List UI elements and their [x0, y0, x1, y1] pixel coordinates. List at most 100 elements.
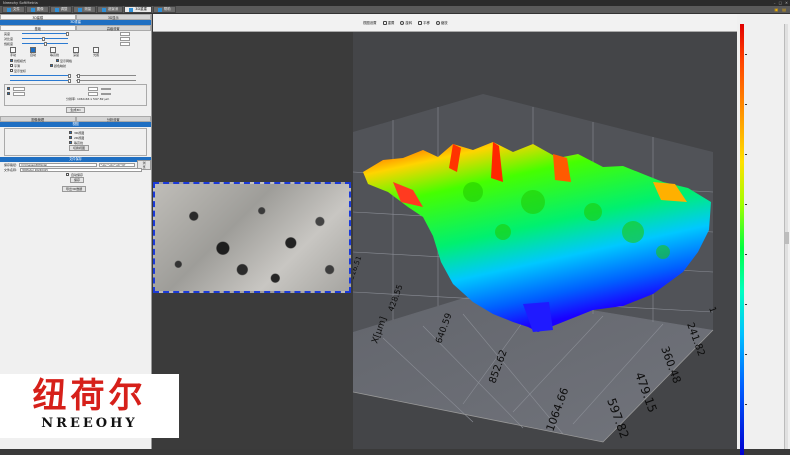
dim-x-field[interactable]: [13, 86, 25, 91]
format-select[interactable]: *.ply *.obj *.stl *.tif: [98, 162, 136, 167]
mode-contour[interactable]: 等高线: [50, 47, 59, 57]
window-title: Nreeohy SoftMetria: [3, 1, 38, 5]
slider-label: 亮度: [4, 31, 11, 36]
view-options-group: 3D视图 2D视图 等高线 切换视图: [4, 128, 147, 156]
offset-slider[interactable]: [76, 78, 136, 83]
checkbox-box[interactable]: [69, 136, 72, 139]
help-icon: [157, 7, 162, 12]
axis-checkbox[interactable]: 显示坐标: [10, 68, 26, 73]
export-row: 导出3D数据: [0, 185, 151, 192]
dim-set-button[interactable]: [101, 87, 111, 90]
tab-adjust[interactable]: 调整: [49, 6, 73, 13]
dimension-group: 分辨率: 1064.66 x 597.82 μm: [4, 84, 147, 106]
generate-3d-button[interactable]: 生成3D: [66, 106, 85, 113]
adjust-icon: [54, 7, 59, 12]
colorbar-tick: [745, 254, 747, 255]
view-settings-item[interactable]: 视图设置: [363, 20, 377, 25]
scale-slider[interactable]: [76, 73, 136, 78]
tab-help[interactable]: 帮助: [152, 6, 176, 13]
contrast-value[interactable]: [120, 36, 130, 41]
slider-knob[interactable]: [77, 73, 80, 78]
main-toolbar: 文件 图像 调整 测量 超景深 3D重建 帮助 ▣ ▤: [0, 6, 790, 14]
logo-english-text: NREEOHY: [41, 416, 138, 431]
pan-button[interactable]: 平移: [418, 20, 430, 25]
dim-h-field[interactable]: [88, 91, 98, 96]
rotate-button[interactable]: 旋转: [400, 20, 412, 25]
switch-view-button[interactable]: 切换视图: [69, 144, 90, 151]
name-label: 文件名称:: [4, 167, 18, 172]
section-tab-analysis[interactable]: 分析设置: [75, 116, 151, 122]
slider-knob[interactable]: [44, 41, 47, 46]
dim-y-field[interactable]: [13, 91, 25, 96]
depth-slider[interactable]: [10, 73, 71, 78]
panel-tab-model[interactable]: 3D建模: [0, 14, 76, 20]
mode-depth[interactable]: 深度: [73, 47, 79, 57]
color-scale-bar: [740, 24, 744, 455]
checkbox-box[interactable]: [7, 92, 10, 95]
smooth-checkbox[interactable]: 平滑: [10, 63, 20, 68]
file-name-input[interactable]: 3DModel_20240415: [20, 167, 142, 172]
path-input[interactable]: D:\Images\3DModel: [19, 162, 97, 167]
checkbox-box[interactable]: [49, 63, 53, 67]
mode-auto[interactable]: 自动: [30, 47, 36, 57]
sample-image-thumbnail[interactable]: [153, 182, 351, 293]
layers-icon: [102, 7, 107, 12]
tab-edf[interactable]: 超景深: [97, 6, 124, 13]
tab-image[interactable]: 图像: [25, 6, 49, 13]
colorbar-tick: [745, 304, 747, 305]
checkbox-box[interactable]: [55, 58, 59, 62]
dim-reset-button[interactable]: [101, 92, 111, 95]
reset-view-button[interactable]: 重置: [382, 20, 394, 25]
checkbox-box[interactable]: [66, 173, 69, 176]
panel-scrollbar[interactable]: [784, 24, 789, 449]
tab-3d[interactable]: 3D重建: [124, 6, 152, 13]
folder-icon[interactable]: ▤: [782, 7, 786, 12]
cube-icon: [129, 7, 134, 12]
file-icon: [7, 7, 11, 12]
section-tab-images[interactable]: 图像管理: [0, 116, 76, 122]
slider-knob[interactable]: [68, 78, 71, 83]
panel-tab-display[interactable]: 3D显示: [75, 14, 151, 20]
range-slider[interactable]: [10, 78, 71, 83]
path-label: 保存路径:: [4, 162, 18, 167]
slider-knob[interactable]: [42, 36, 45, 41]
range-slider-row: [0, 78, 151, 83]
colorbar-tick: [745, 104, 747, 105]
zoom-button[interactable]: 缩放: [435, 20, 448, 25]
section-view-header: 视图: [0, 122, 151, 127]
brightness-value[interactable]: [120, 31, 130, 36]
grid-checkbox[interactable]: 显示网格: [55, 58, 72, 63]
save-button[interactable]: 保存: [70, 176, 85, 183]
tab-file[interactable]: 文件: [2, 6, 25, 13]
camera-icon[interactable]: ▣: [774, 7, 778, 12]
mode-manual[interactable]: 手动: [10, 47, 16, 57]
pan-icon: [418, 20, 423, 25]
checkbox-box[interactable]: [10, 68, 13, 72]
mode-light[interactable]: 光照: [93, 47, 99, 57]
logo-chinese-text: 纽荷尔: [32, 376, 147, 416]
checkbox-box[interactable]: [7, 87, 10, 90]
reset-icon: [382, 20, 387, 25]
colorbar-tick: [745, 354, 747, 355]
checkbox-box[interactable]: [10, 63, 13, 67]
saturation-value[interactable]: [120, 41, 130, 46]
image-icon: [30, 7, 35, 12]
slider-knob[interactable]: [77, 78, 80, 83]
colorbar-panel: [737, 14, 790, 455]
brightness-slider[interactable]: [22, 31, 69, 36]
surface-3d-view[interactable]: 216.51 428.55 640.59 852.62 1064.66 X[μm…: [353, 32, 737, 449]
scrollbar-thumb[interactable]: [785, 232, 789, 244]
view-toolbar: 视图设置 重置 旋转 平移 缩放: [153, 14, 737, 32]
saturation-slider[interactable]: [22, 41, 68, 46]
export-button[interactable]: 导出3D数据: [62, 185, 87, 192]
colormap-checkbox[interactable]: 颜色映射: [49, 63, 66, 68]
dim-w-field[interactable]: [88, 86, 98, 91]
checkbox-box[interactable]: [69, 131, 72, 134]
wireframe-checkbox[interactable]: 线框模式: [10, 58, 26, 63]
checkbox-box[interactable]: [10, 58, 13, 62]
tab-measure[interactable]: 测量: [73, 6, 97, 13]
slider-knob[interactable]: [68, 73, 71, 78]
contrast-slider[interactable]: [22, 36, 68, 41]
slider-knob[interactable]: [66, 31, 69, 36]
rotate-icon: [400, 20, 405, 25]
